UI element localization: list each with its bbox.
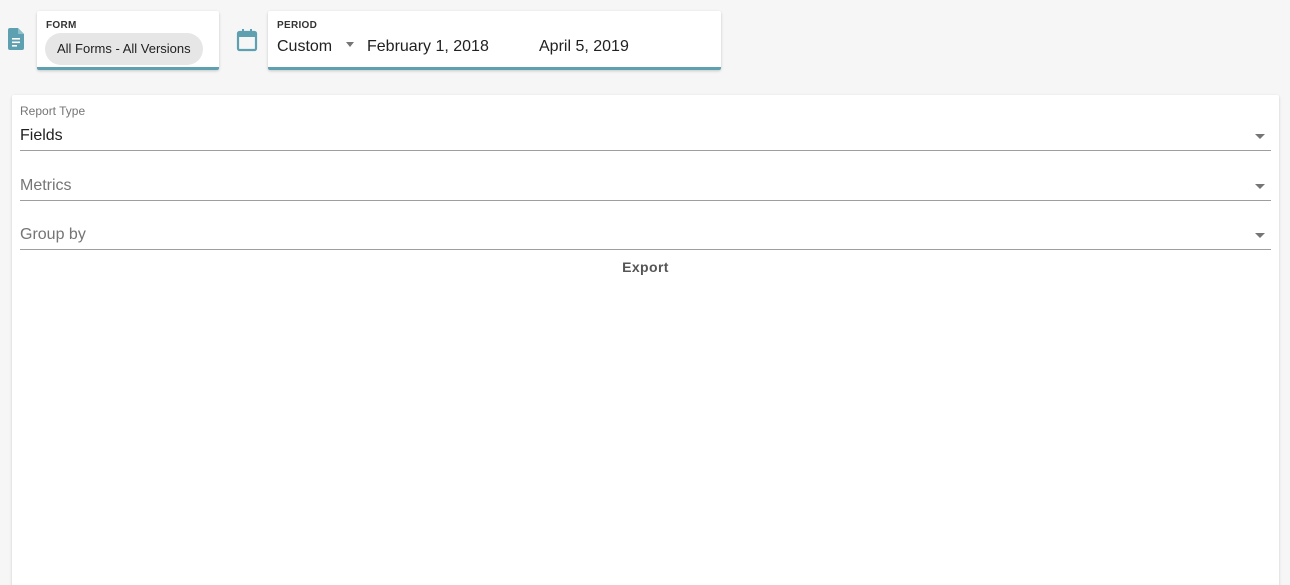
- report-type-value: Fields: [20, 127, 63, 144]
- dropdown-arrow-icon: [1255, 184, 1265, 189]
- end-date-field[interactable]: April 5, 2019: [539, 38, 629, 56]
- period-selected-value: Custom: [277, 38, 333, 55]
- form-select-chip[interactable]: All Forms - All Versions: [45, 33, 203, 65]
- form-filter-card: FORM All Forms - All Versions: [37, 11, 219, 70]
- metrics-placeholder: Metrics: [20, 177, 72, 194]
- report-panel: Report Type Fields Metrics Group by Expo…: [12, 95, 1279, 585]
- export-button[interactable]: Export: [612, 255, 679, 279]
- calendar-icon: [236, 29, 258, 52]
- report-type-label: Report Type: [20, 104, 86, 118]
- metrics-select[interactable]: Metrics: [20, 153, 1271, 201]
- chevron-down-icon: [346, 42, 355, 48]
- period-filter-label: PERIOD: [277, 20, 318, 31]
- dropdown-arrow-icon: [1255, 233, 1265, 238]
- document-icon: [8, 28, 24, 50]
- period-select[interactable]: Custom: [277, 38, 355, 60]
- form-filter-label: FORM: [46, 20, 77, 31]
- dropdown-arrow-icon: [1255, 134, 1265, 139]
- period-filter-card: PERIOD Custom February 1, 2018 April 5, …: [268, 11, 721, 70]
- filter-bar: FORM All Forms - All Versions PERIOD Cus…: [0, 0, 1290, 90]
- group-by-select[interactable]: Group by: [20, 202, 1271, 250]
- group-by-placeholder: Group by: [20, 226, 86, 243]
- start-date-field[interactable]: February 1, 2018: [367, 38, 489, 56]
- report-type-select[interactable]: Report Type Fields: [20, 103, 1271, 151]
